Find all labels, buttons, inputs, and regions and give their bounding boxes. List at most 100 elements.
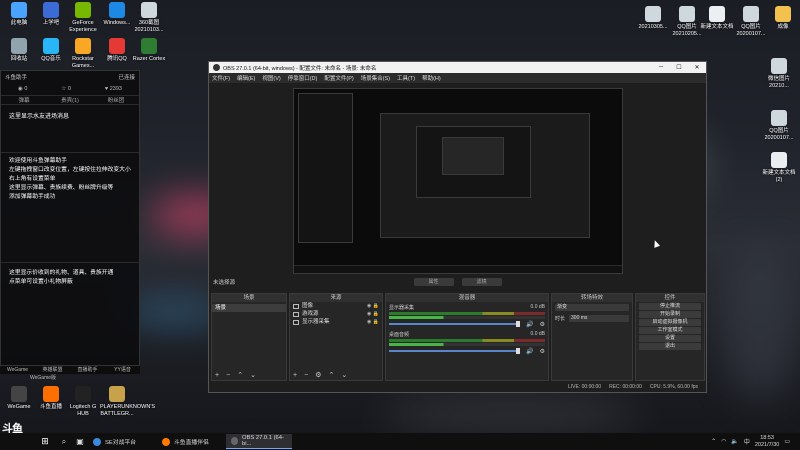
- control-button[interactable]: 启动虚拟摄像机: [639, 319, 701, 326]
- desktop-icon[interactable]: 微信图片 20210...: [762, 58, 796, 90]
- volume-slider[interactable]: [389, 323, 519, 325]
- desktop-icon[interactable]: GeForce Experience: [66, 2, 100, 34]
- windows-start-icon[interactable]: ⊞: [34, 436, 56, 447]
- source-item[interactable]: 游戏源 ◉ 🔒: [290, 310, 382, 318]
- notification-icon[interactable]: ▭: [784, 438, 790, 445]
- desktop-icon-label: 上学吧: [42, 20, 60, 26]
- volume-slider[interactable]: [389, 350, 519, 352]
- taskbar-app[interactable]: OBS 27.0.1 (64-bi...: [226, 434, 292, 449]
- helper-entry-notice: 这里显示水友进场消息: [1, 105, 139, 153]
- source-item[interactable]: 图像 ◉ 🔒: [290, 302, 382, 310]
- add-icon[interactable]: +: [215, 372, 219, 379]
- transition-select[interactable]: 渐变: [555, 304, 629, 311]
- properties-button[interactable]: 属性: [413, 278, 454, 286]
- tab-danmaku[interactable]: 弹幕: [1, 96, 47, 104]
- clock[interactable]: 18:53 2021/7/30: [755, 435, 779, 449]
- obs-menu-item[interactable]: 视图(V): [262, 74, 280, 82]
- speaker-icon[interactable]: 🔊: [526, 348, 533, 355]
- input-language[interactable]: 中: [744, 437, 750, 446]
- remove-icon[interactable]: −: [226, 372, 230, 379]
- visibility-icon[interactable]: ◉ 🔒: [367, 302, 379, 310]
- desktop-icon[interactable]: QQ音乐: [34, 38, 68, 63]
- chevron-down-icon[interactable]: ⌄: [341, 371, 347, 379]
- desktop-icon[interactable]: 腾讯QQ: [100, 38, 134, 63]
- desktop-icon[interactable]: Logitech G HUB: [66, 386, 100, 418]
- control-button[interactable]: 设置: [639, 335, 701, 342]
- desktop-icon[interactable]: QQ图片 20210205...: [670, 6, 704, 38]
- desktop-icon[interactable]: 斗鱼直播: [34, 386, 68, 411]
- control-button[interactable]: 开始录制: [639, 311, 701, 318]
- obs-menu-item[interactable]: 工具(T): [397, 74, 415, 82]
- add-icon[interactable]: +: [293, 372, 297, 379]
- volume-knob[interactable]: [516, 348, 521, 354]
- gear-icon[interactable]: ⚙: [540, 321, 545, 328]
- taskbar-app-label: OBS 27.0.1 (64-bi...: [242, 435, 284, 447]
- search-icon[interactable]: ⌕: [56, 437, 72, 447]
- desktop-icon[interactable]: WeGame: [2, 386, 36, 411]
- visibility-icon[interactable]: ◉ 🔒: [367, 318, 379, 326]
- gear-icon[interactable]: ⚙: [540, 348, 545, 355]
- visibility-icon[interactable]: ◉ 🔒: [367, 310, 379, 318]
- desktop-icon[interactable]: Razer Cortex: [132, 38, 166, 63]
- obs-menu-item[interactable]: 场景集合(S): [361, 74, 390, 82]
- wifi-icon[interactable]: ◠: [721, 438, 726, 445]
- close-icon[interactable]: ✕: [688, 64, 706, 71]
- obs-menu-item[interactable]: 文件(F): [212, 74, 230, 82]
- danmaku-helper-panel[interactable]: 斗鱼助手 已连接 ◉ 0 ☆ 0 ♥ 2393 弹幕 贵宾(1) 粉丝团 这里显…: [0, 70, 140, 366]
- control-button[interactable]: 退出: [639, 343, 701, 350]
- control-button[interactable]: 工作室模式: [639, 327, 701, 334]
- volume-icon[interactable]: 🔈: [731, 438, 738, 445]
- obs-menu-item[interactable]: 配置文件(P): [324, 74, 353, 82]
- minimize-icon[interactable]: ─: [652, 64, 670, 71]
- desktop-icon[interactable]: 360截图 20210103...: [132, 2, 166, 34]
- tab-fans[interactable]: 粉丝团: [93, 96, 139, 104]
- desktop-icon[interactable]: 上学吧: [34, 2, 68, 27]
- taskbar-app[interactable]: SE对战平台: [88, 434, 154, 449]
- desktop-icon[interactable]: Windows...: [100, 2, 134, 27]
- duration-input[interactable]: 300 ms: [569, 315, 629, 322]
- music-icon: [43, 38, 59, 54]
- desktop-icon[interactable]: 新建文本文档: [700, 6, 734, 31]
- scene-item[interactable]: 场景: [212, 304, 286, 312]
- desktop-icon[interactable]: QQ图片 20200107...: [762, 110, 796, 142]
- tray-chevron-icon[interactable]: ⌃: [711, 438, 716, 445]
- volume-knob[interactable]: [516, 321, 521, 327]
- gear-icon[interactable]: ⚙: [315, 371, 321, 379]
- obs-menu-item[interactable]: 编辑(E): [237, 74, 255, 82]
- obs-window[interactable]: OBS 27.0.1 (64-bit, windows) - 配置文件: 未命名…: [208, 61, 707, 393]
- app-icon: [93, 437, 101, 446]
- desktop-icon[interactable]: PLAYERUNKNOWN'S BATTLEGR...: [100, 386, 155, 418]
- desktop-icon[interactable]: 回收站: [2, 38, 36, 63]
- app-icon: [162, 437, 170, 446]
- source-type-icon: [293, 311, 299, 317]
- chevron-up-icon[interactable]: ⌃: [328, 371, 334, 379]
- chevron-down-icon[interactable]: ⌄: [250, 371, 256, 379]
- transitions-dock: 转场特效 渐变 时长 300 ms: [551, 293, 633, 381]
- control-button[interactable]: 停止推流: [639, 303, 701, 310]
- desktop-icon-label: QQ图片 20200107...: [764, 128, 794, 141]
- desktop-icon[interactable]: QQ图片 20200107...: [734, 6, 768, 38]
- obs-menubar: 文件(F) 编辑(E) 视图(V) 停靠窗口(D) 配置文件(P) 场景集合(S) 工具(T…: [209, 73, 706, 83]
- desktop-icon[interactable]: 20210305...: [636, 6, 670, 31]
- obs-menu-item[interactable]: 帮助(H): [422, 74, 441, 82]
- taskbar-app[interactable]: 斗鱼直播伴侣: [157, 434, 223, 449]
- filters-button[interactable]: 滤镜: [461, 278, 502, 286]
- desktop-icon[interactable]: 此电脑: [2, 2, 36, 27]
- remove-icon[interactable]: −: [304, 372, 308, 379]
- maximize-icon[interactable]: ☐: [670, 64, 688, 71]
- task-view-icon[interactable]: ▣: [72, 437, 88, 446]
- image-icon: [771, 110, 787, 126]
- desktop-icon[interactable]: 新建文本文档 (2): [762, 152, 796, 184]
- desktop-icon[interactable]: 成像: [766, 6, 800, 31]
- source-item[interactable]: 显示器采集 ◉ 🔒: [290, 318, 382, 326]
- chevron-up-icon[interactable]: ⌃: [237, 371, 243, 379]
- obs-menu-item[interactable]: 停靠窗口(D): [288, 74, 318, 82]
- tab-vip[interactable]: 贵宾(1): [47, 96, 93, 104]
- no-source-label: 未选择源: [213, 280, 236, 286]
- speaker-icon[interactable]: 🔊: [526, 321, 533, 328]
- desktop-icon[interactable]: Rockstar Games...: [66, 38, 100, 70]
- obs-titlebar[interactable]: OBS 27.0.1 (64-bit, windows) - 配置文件: 未命名…: [209, 62, 706, 73]
- text-file-icon: [771, 152, 787, 168]
- scenes-title: 场景: [212, 294, 286, 302]
- obs-preview[interactable]: [293, 88, 623, 274]
